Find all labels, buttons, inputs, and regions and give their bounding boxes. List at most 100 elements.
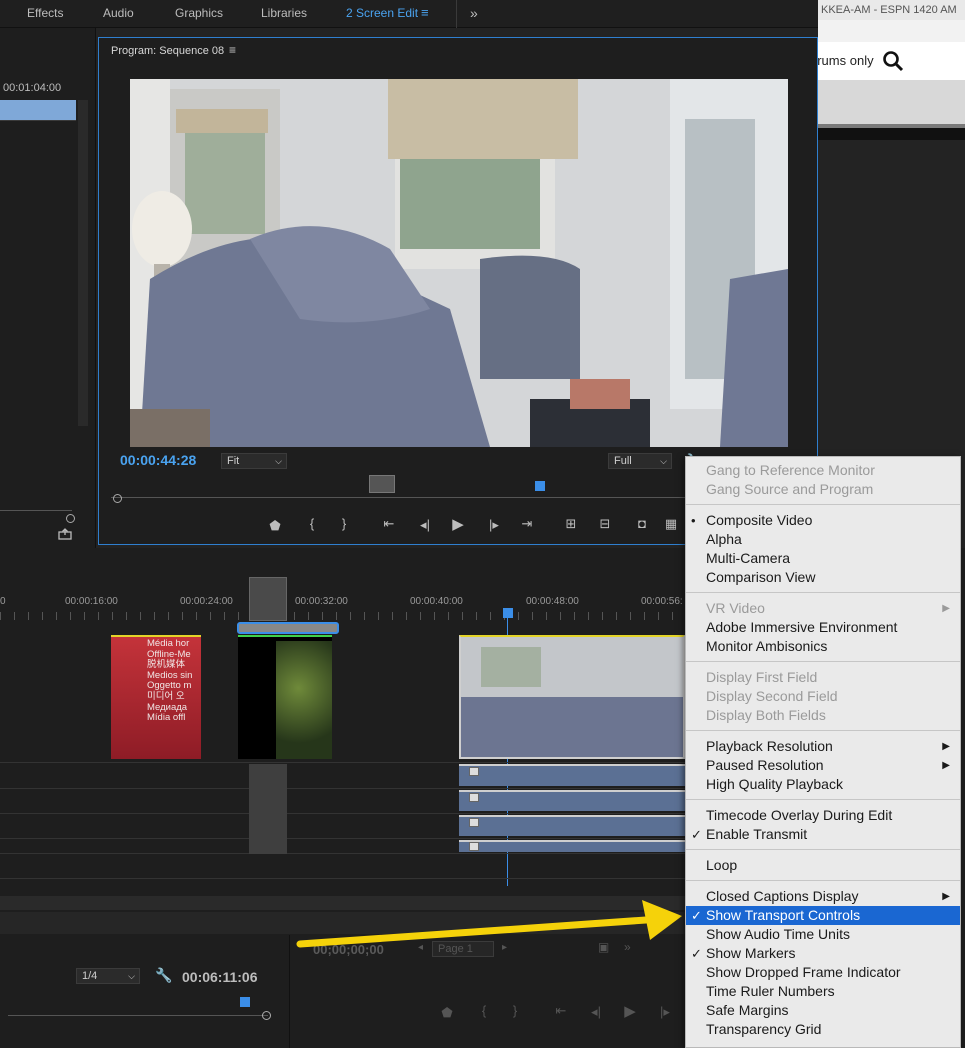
source-bottom-zoom-handle[interactable] xyxy=(262,1011,271,1020)
go-to-in-icon[interactable]: ⇤ xyxy=(551,1003,571,1019)
playback-resolution-dropdown[interactable]: Full ⌵ xyxy=(608,453,672,469)
audio-clip-a2[interactable] xyxy=(459,790,685,811)
workspace-tab-libraries[interactable]: Libraries xyxy=(261,0,307,28)
mark-in-icon[interactable]: { xyxy=(474,1003,494,1018)
extract-icon[interactable]: ⊟ xyxy=(595,516,615,532)
program-video-frame[interactable] xyxy=(130,79,788,447)
timeline-in-out-range[interactable] xyxy=(237,622,339,634)
source-clip-bar[interactable] xyxy=(0,100,76,120)
wrench-icon[interactable]: 🔧 xyxy=(155,967,172,984)
menu-item-composite-video[interactable]: • Composite Video xyxy=(686,511,960,530)
step-back-icon[interactable]: ◂| xyxy=(415,517,435,533)
button-editor-icon[interactable]: ▦ xyxy=(661,516,681,532)
menu-separator xyxy=(686,592,960,593)
audio-clip-a1[interactable] xyxy=(459,764,685,786)
menu-item-gang-source-and-program: Gang Source and Program xyxy=(686,480,960,499)
menu-item-time-ruler-numbers[interactable]: Time Ruler Numbers xyxy=(686,982,960,1001)
menu-item-label: Show Audio Time Units xyxy=(706,926,850,942)
offline-title-clip[interactable]: Média hor Offline-Me 脱机媒体 Medios sin Ogg… xyxy=(111,635,201,759)
menu-item-label: Timecode Overlay During Edit xyxy=(706,807,893,823)
mark-out-icon[interactable]: } xyxy=(334,516,354,531)
panel-menu-icon[interactable]: ≡ xyxy=(229,43,236,57)
browser-tab-title[interactable]: KKEA-AM - ESPN 1420 AM xyxy=(818,0,965,20)
go-to-out-icon[interactable]: ⇥ xyxy=(517,516,537,532)
workspace-tab-graphics[interactable]: Graphics xyxy=(175,0,223,28)
program-time-ruler[interactable] xyxy=(111,497,691,498)
ruler-label: 00:00:48:00 xyxy=(526,596,579,607)
source-panel: 00:01:04:00 xyxy=(0,28,96,548)
menu-separator xyxy=(686,880,960,881)
checkmark-icon: ✓ xyxy=(691,946,702,961)
timeline-playhead-handle[interactable] xyxy=(503,608,513,618)
play-icon[interactable]: ▶ xyxy=(448,515,468,533)
foliage-clip[interactable] xyxy=(238,635,332,759)
workspace-overflow-icon[interactable]: » xyxy=(470,0,478,28)
menu-item-timecode-overlay-during-edit[interactable]: Timecode Overlay During Edit xyxy=(686,806,960,825)
workspace-tab-audio[interactable]: Audio xyxy=(103,0,134,28)
menu-item-paused-resolution[interactable]: Paused Resolution ▶ xyxy=(686,756,960,775)
menu-item-show-transport-controls[interactable]: ✓ Show Transport Controls xyxy=(686,906,960,925)
mark-out-icon[interactable]: } xyxy=(505,1003,525,1018)
fx-badge-icon xyxy=(469,842,479,851)
menu-item-high-quality-playback[interactable]: High Quality Playback xyxy=(686,775,960,794)
menu-item-closed-captions-display[interactable]: Closed Captions Display ▶ xyxy=(686,887,960,906)
audio-clip-a3[interactable] xyxy=(459,815,685,836)
program-zoom-handle[interactable] xyxy=(113,494,122,503)
menu-item-enable-transmit[interactable]: ✓ Enable Transmit xyxy=(686,825,960,844)
add-marker-icon[interactable]: ⬟ xyxy=(437,1005,457,1021)
fx-badge-icon xyxy=(469,793,479,802)
menu-item-show-markers[interactable]: ✓ Show Markers xyxy=(686,944,960,963)
menu-item-gang-to-reference-monitor: Gang to Reference Monitor xyxy=(686,461,960,480)
audio-clip-a4[interactable] xyxy=(459,840,685,852)
step-forward-icon[interactable]: |▸ xyxy=(484,517,504,533)
menu-item-show-audio-time-units[interactable]: Show Audio Time Units xyxy=(686,925,960,944)
menu-item-alpha[interactable]: Alpha xyxy=(686,530,960,549)
menu-item-transparency-grid[interactable]: Transparency Grid xyxy=(686,1020,960,1039)
workspace-tab-2-screen-edit[interactable]: 2 Screen Edit xyxy=(346,0,418,28)
menu-item-safe-margins[interactable]: Safe Margins xyxy=(686,1001,960,1020)
menu-separator xyxy=(686,849,960,850)
lift-icon[interactable]: ⊞ xyxy=(561,516,581,532)
step-forward-icon[interactable]: |▸ xyxy=(655,1004,675,1020)
menu-item-loop[interactable]: Loop xyxy=(686,856,960,875)
export-frame-icon[interactable] xyxy=(58,528,72,540)
menu-item-label: Multi-Camera xyxy=(706,550,791,566)
living-room-clip[interactable] xyxy=(459,635,685,759)
menu-item-monitor-ambisonics[interactable]: Monitor Ambisonics xyxy=(686,637,960,656)
video-still-image xyxy=(130,79,788,447)
program-current-timecode[interactable]: 00:00:44:28 xyxy=(120,452,196,468)
menu-item-label: Comparison View xyxy=(706,569,816,585)
program-monitor-title[interactable]: Program: Sequence 08 xyxy=(111,45,224,57)
mark-in-icon[interactable]: { xyxy=(302,516,322,531)
menu-item-adobe-immersive-environment[interactable]: Adobe Immersive Environment xyxy=(686,618,960,637)
timeline-ruler-ticks[interactable] xyxy=(0,612,685,620)
chevron-down-icon: ⌵ xyxy=(275,456,282,466)
bottom-zoom-dropdown[interactable]: 1/4 ⌵ xyxy=(76,968,140,984)
menu-item-label: Display Both Fields xyxy=(706,707,826,723)
source-scrollbar[interactable] xyxy=(78,100,88,426)
search-icon[interactable] xyxy=(882,50,904,72)
step-back-icon[interactable]: ◂| xyxy=(586,1004,606,1020)
menu-item-label: Safe Margins xyxy=(706,1002,789,1018)
menu-item-multi-camera[interactable]: Multi-Camera xyxy=(686,549,960,568)
submenu-arrow-icon: ▶ xyxy=(942,760,950,771)
menu-item-label: Alpha xyxy=(706,531,742,547)
camera-icon[interactable]: ◘ xyxy=(632,516,652,531)
menu-item-comparison-view[interactable]: Comparison View xyxy=(686,568,960,587)
source-zoom-handle[interactable] xyxy=(66,514,75,523)
menu-item-show-dropped-frame-indicator[interactable]: Show Dropped Frame Indicator xyxy=(686,963,960,982)
menu-item-playback-resolution[interactable]: Playback Resolution ▶ xyxy=(686,737,960,756)
add-marker-icon[interactable]: ⬟ xyxy=(265,518,285,534)
program-monitor-settings-menu: Gang to Reference Monitor Gang Source and… xyxy=(685,456,961,1048)
zoom-level-dropdown[interactable]: Fit ⌵ xyxy=(221,453,287,469)
ruler-label: 00:00:40:00 xyxy=(410,596,463,607)
work-area-handle[interactable] xyxy=(369,475,395,493)
timeline-work-area[interactable] xyxy=(249,577,287,621)
go-to-in-icon[interactable]: ⇤ xyxy=(379,516,399,532)
workspace-menu-icon[interactable]: ≡ xyxy=(421,0,429,28)
playhead-marker[interactable] xyxy=(535,481,545,491)
play-icon[interactable]: ▶ xyxy=(620,1002,640,1020)
chevron-down-icon: ⌵ xyxy=(128,971,135,981)
source-playhead-handle[interactable] xyxy=(240,997,250,1007)
workspace-tab-effects[interactable]: Effects xyxy=(27,0,63,28)
